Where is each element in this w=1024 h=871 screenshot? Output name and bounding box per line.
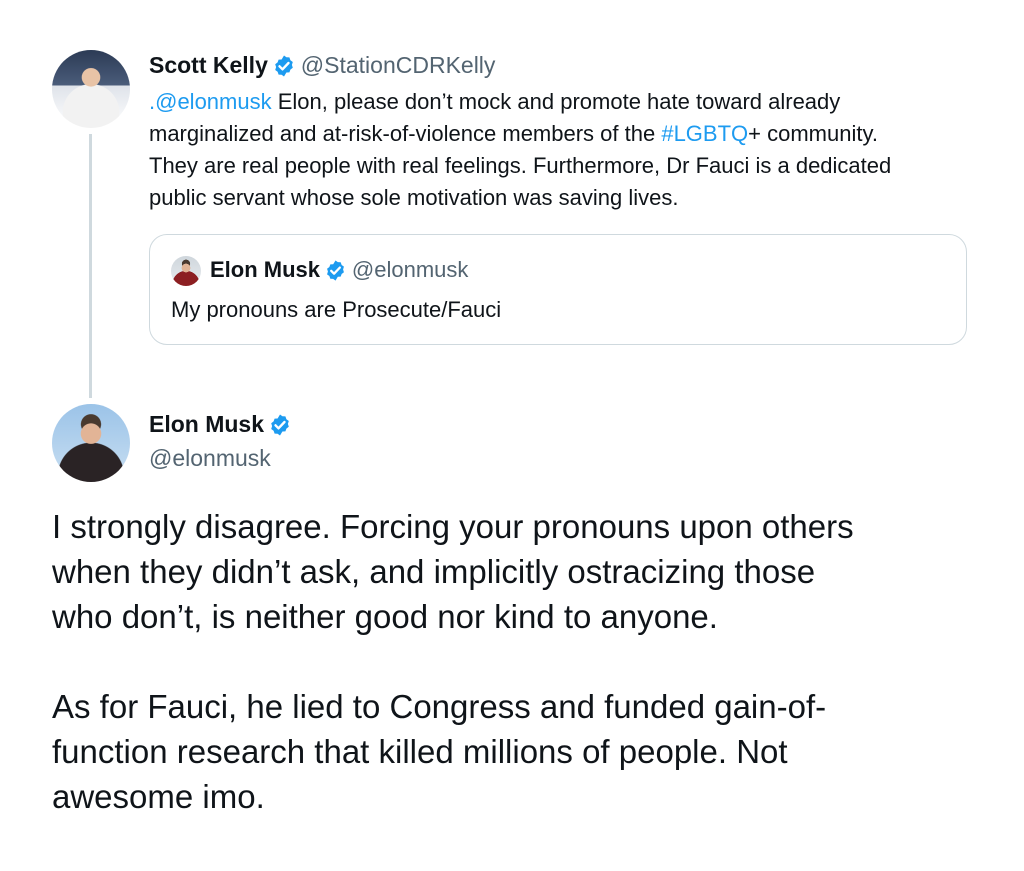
- tweet1-author-name[interactable]: Scott Kelly: [149, 52, 268, 78]
- verified-badge-icon: [268, 413, 292, 442]
- thread-connector-line: [89, 134, 92, 398]
- tweet1-line1-text: Elon, please don’t mock and promote hate…: [271, 89, 841, 114]
- tweet2-paragraph2: As for Fauci, he lied to Congress and fu…: [52, 684, 826, 819]
- mention-link[interactable]: .@elonmusk: [149, 89, 272, 114]
- scott-kelly-avatar[interactable]: [52, 50, 130, 128]
- quoted-tweet-card[interactable]: [149, 234, 967, 345]
- elon-musk-avatar[interactable]: [52, 404, 130, 482]
- tweet1-line3: They are real people with real feelings.…: [149, 153, 892, 178]
- tweet1-header: Scott Kelly @StationCDRKelly: [149, 52, 495, 83]
- tweet2-p1-line3: who don’t, is neither good nor kind to a…: [52, 598, 718, 635]
- tweet1-line1: .@elonmusk Elon, please don’t mock and p…: [149, 86, 891, 118]
- tweet2-p1-line1: I strongly disagree. Forcing your pronou…: [52, 508, 854, 545]
- verified-badge-icon: [324, 259, 347, 287]
- tweet2-p2-line3: awesome imo.: [52, 778, 265, 815]
- tweet2-p2-line2: function research that killed millions o…: [52, 733, 788, 770]
- quote-author-handle[interactable]: @elonmusk: [352, 257, 469, 282]
- tweet2-p2-line1: As for Fauci, he lied to Congress and fu…: [52, 688, 827, 725]
- verified-badge-icon: [272, 54, 296, 83]
- tweet1-line4: public servant whose sole motivation was…: [149, 185, 679, 210]
- hashtag-link[interactable]: #LGBTQ: [661, 121, 748, 146]
- tweet1-line2: marginalized and at-risk-of-violence mem…: [149, 118, 891, 150]
- quote-text: My pronouns are Prosecute/Fauci: [171, 297, 502, 322]
- tweet1-author-handle[interactable]: @StationCDRKelly: [301, 52, 496, 78]
- tweet1-line2-text: marginalized and at-risk-of-violence mem…: [149, 121, 662, 146]
- quote-author-avatar[interactable]: [171, 256, 201, 286]
- tweet2-paragraph1: I strongly disagree. Forcing your pronou…: [52, 504, 854, 639]
- tweet2-author-handle[interactable]: @elonmusk: [149, 445, 271, 472]
- tweet1-text: .@elonmusk Elon, please don’t mock and p…: [149, 86, 891, 214]
- tweet2-p1-line2: when they didn’t ask, and implicitly ost…: [52, 553, 816, 590]
- tweet1-line2-end: + community.: [748, 121, 878, 146]
- quote-header: Elon Musk @elonmusk: [210, 257, 468, 287]
- quote-author-name[interactable]: Elon Musk: [210, 257, 320, 282]
- tweet2-author-name[interactable]: Elon Musk: [149, 411, 264, 437]
- tweet2-name-row: Elon Musk: [149, 411, 292, 442]
